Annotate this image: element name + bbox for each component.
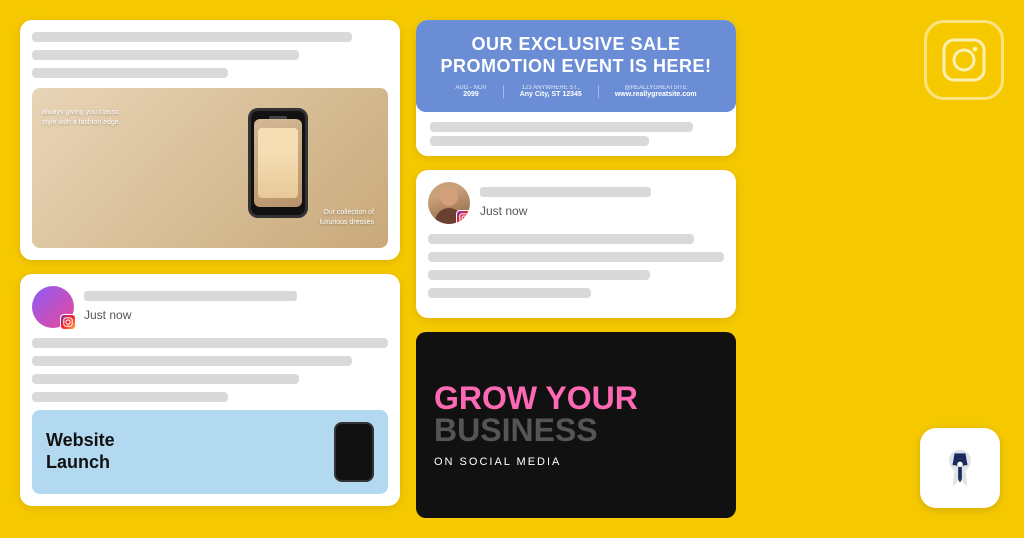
name-bar-right xyxy=(480,187,651,197)
right-column: Our Exclusive Sale Promotion Event Is He… xyxy=(416,20,1004,518)
post-line xyxy=(428,234,694,244)
sale-detail-date: AUG - NOV 2099 xyxy=(455,85,503,98)
phone-text-right: Our collection of luxurious dresses xyxy=(294,208,374,228)
post-line xyxy=(428,252,724,262)
person-head xyxy=(440,188,458,206)
post-time-left: Just now xyxy=(84,308,131,322)
phone-image-area: always giving you classic style with a f… xyxy=(32,88,388,248)
pinterest-icon-float xyxy=(920,428,1000,508)
footer-bar xyxy=(430,136,649,146)
main-container: always giving you classic style with a f… xyxy=(0,0,1024,538)
grow-subtitle: ON SOCIAL MEDIA xyxy=(434,456,718,468)
grow-card: GROW YOUR BUSINESS ON SOCIAL MEDIA xyxy=(416,332,736,518)
footer-bar xyxy=(430,122,693,132)
left-column: always giving you classic style with a f… xyxy=(20,20,400,518)
top-lines xyxy=(32,32,388,78)
sale-banner: Our Exclusive Sale Promotion Event Is He… xyxy=(416,20,736,112)
phone-screen xyxy=(254,119,302,207)
text-bar xyxy=(32,32,352,42)
social-meta-left: Just now xyxy=(84,291,388,324)
sale-detail-address: 123 Anywhere St., Any City, ST 12345 xyxy=(520,85,599,98)
social-post-card-left: Just now Website Launch xyxy=(20,274,400,506)
sale-card-footer xyxy=(416,112,736,156)
social-post-card-right: Just now xyxy=(416,170,736,318)
social-header-left: Just now xyxy=(32,286,388,328)
avatar-right xyxy=(428,182,470,224)
phone-person-image xyxy=(258,128,298,198)
right-cards: Our Exclusive Sale Promotion Event Is He… xyxy=(416,20,736,518)
phone-text-left: always giving you classic style with a f… xyxy=(42,108,122,128)
instagram-badge-left xyxy=(60,314,76,330)
phone-silhouette xyxy=(334,422,374,482)
sale-details: AUG - NOV 2099 123 Anywhere St., Any Cit… xyxy=(432,85,720,98)
instagram-icon-float xyxy=(924,20,1004,100)
sale-detail-social: @ReallyGreatSite www.reallygreatsite.com xyxy=(615,85,697,98)
grow-title: GROW YOUR BUSINESS xyxy=(434,382,718,446)
post-line xyxy=(428,288,591,298)
phone-mockup xyxy=(248,108,308,218)
text-bar xyxy=(32,50,299,60)
website-launch-card: Website Launch xyxy=(32,410,388,494)
social-meta-right: Just now xyxy=(480,187,724,220)
name-bar xyxy=(84,291,297,301)
post-time-right: Just now xyxy=(480,204,527,218)
post-line xyxy=(32,374,299,384)
avatar-left xyxy=(32,286,74,328)
text-bar xyxy=(32,68,228,78)
sale-title: Our Exclusive Sale Promotion Event Is He… xyxy=(432,34,720,77)
post-line xyxy=(32,356,352,366)
social-header-right: Just now xyxy=(428,182,724,224)
website-launch-title: Website Launch xyxy=(46,430,115,473)
sale-banner-card: Our Exclusive Sale Promotion Event Is He… xyxy=(416,20,736,156)
fashion-card: always giving you classic style with a f… xyxy=(20,20,400,260)
post-line xyxy=(32,338,388,348)
instagram-badge-right xyxy=(456,210,470,224)
post-line xyxy=(32,392,228,402)
post-line xyxy=(428,270,650,280)
